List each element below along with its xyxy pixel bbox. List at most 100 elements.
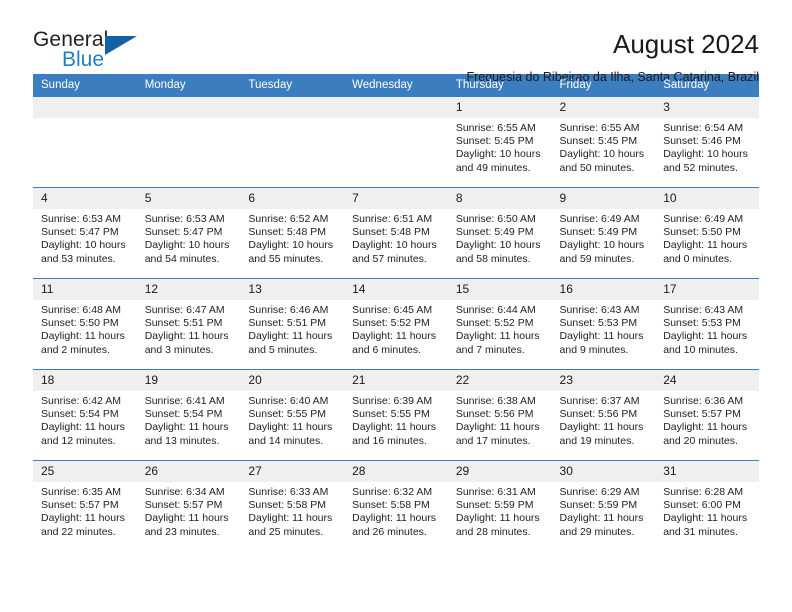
calendar-day-cell[interactable]: 1 Sunrise: 6:55 AM Sunset: 5:45 PM Daylight… [447, 96, 552, 188]
calendar-day-cell[interactable]: 14 Sunrise: 6:45 AM Sunset: 5:52 PM Dayligh… [344, 278, 448, 370]
daylight-duration-line1: Daylight: 11 hours [559, 421, 644, 434]
calendar-day-cell-empty [136, 96, 241, 188]
day-details: Sunrise: 6:46 AM Sunset: 5:51 PM Daylight:… [240, 300, 344, 357]
calendar-day-cell[interactable]: 19 Sunrise: 6:41 AM Sunset: 5:54 PM Dayligh… [136, 369, 241, 461]
calendar-day-cell[interactable]: 18 Sunrise: 6:42 AM Sunset: 5:54 PM Dayligh… [33, 369, 137, 461]
calendar-day-cell[interactable]: 20 Sunrise: 6:40 AM Sunset: 5:55 PM Dayligh… [240, 369, 345, 461]
day-number: 20 [240, 370, 345, 391]
calendar-week-row: 4 Sunrise: 6:53 AM Sunset: 5:47 PM Daylight… [33, 187, 759, 279]
calendar-day-cell[interactable]: 17 Sunrise: 6:43 AM Sunset: 5:53 PM Dayligh… [655, 278, 759, 370]
daylight-duration-line2: and 10 minutes. [663, 343, 738, 356]
daylight-duration-line2: and 17 minutes. [455, 434, 531, 447]
day-details: Sunrise: 6:33 AM Sunset: 5:58 PM Daylight:… [240, 482, 344, 539]
day-number: 25 [33, 461, 137, 482]
day-number [33, 97, 137, 118]
sunset-time: Sunset: 6:00 PM [663, 499, 741, 512]
sunset-time: Sunset: 5:57 PM [144, 499, 223, 512]
sunrise-time: Sunrise: 6:51 AM [352, 213, 433, 225]
calendar-day-cell[interactable]: 4 Sunrise: 6:53 AM Sunset: 5:47 PM Daylight… [33, 187, 137, 279]
sunset-time: Sunset: 5:51 PM [144, 317, 223, 330]
daylight-duration-line1: Daylight: 10 hours [41, 239, 126, 252]
daylight-duration-line1: Daylight: 11 hours [352, 421, 436, 434]
calendar-day-cell[interactable]: 25 Sunrise: 6:35 AM Sunset: 5:57 PM Dayligh… [33, 460, 137, 551]
calendar-day-cell-empty [33, 96, 137, 188]
general-blue-logo[interactable]: General Blue [33, 28, 153, 74]
calendar-day-cell[interactable]: 24 Sunrise: 6:36 AM Sunset: 5:57 PM Dayligh… [655, 369, 759, 461]
sunset-time: Sunset: 5:55 PM [352, 408, 430, 421]
triangle-icon [105, 36, 137, 55]
day-number: 10 [655, 188, 759, 209]
sunset-time: Sunset: 5:56 PM [559, 408, 638, 421]
sunset-time: Sunset: 5:57 PM [663, 408, 741, 421]
calendar-day-cell[interactable]: 15 Sunrise: 6:44 AM Sunset: 5:52 PM Dayligh… [447, 278, 552, 370]
sunset-time: Sunset: 5:59 PM [559, 499, 638, 512]
daylight-duration-line2: and 2 minutes. [41, 343, 110, 356]
calendar-day-cell[interactable]: 12 Sunrise: 6:47 AM Sunset: 5:51 PM Dayligh… [136, 278, 241, 370]
daylight-duration-line2: and 49 minutes. [455, 161, 531, 174]
sunrise-time: Sunrise: 6:28 AM [663, 486, 744, 498]
daylight-duration-line1: Daylight: 11 hours [41, 512, 125, 525]
daylight-duration-line2: and 13 minutes. [144, 434, 220, 447]
daylight-duration-line1: Daylight: 11 hours [41, 421, 125, 434]
calendar-day-cell[interactable]: 13 Sunrise: 6:46 AM Sunset: 5:51 PM Dayligh… [240, 278, 345, 370]
day-number [344, 97, 448, 118]
calendar-day-cell[interactable]: 11 Sunrise: 6:48 AM Sunset: 5:50 PM Dayligh… [33, 278, 137, 370]
calendar-day-cell[interactable]: 26 Sunrise: 6:34 AM Sunset: 5:57 PM Dayligh… [136, 460, 241, 551]
calendar-day-cell[interactable]: 16 Sunrise: 6:43 AM Sunset: 5:53 PM Dayligh… [551, 278, 656, 370]
calendar-day-cell[interactable]: 5 Sunrise: 6:53 AM Sunset: 5:47 PM Daylight… [136, 187, 241, 279]
day-details: Sunrise: 6:50 AM Sunset: 5:49 PM Daylight:… [448, 209, 552, 266]
day-number: 13 [240, 279, 345, 300]
daylight-duration-line1: Daylight: 11 hours [455, 330, 540, 343]
calendar-day-cell[interactable]: 3 Sunrise: 6:54 AM Sunset: 5:46 PM Daylight… [655, 96, 759, 188]
daylight-duration-line1: Daylight: 11 hours [144, 512, 229, 525]
calendar-day-cell[interactable]: 23 Sunrise: 6:37 AM Sunset: 5:56 PM Dayligh… [551, 369, 656, 461]
day-details: Sunrise: 6:40 AM Sunset: 5:55 PM Daylight:… [240, 391, 344, 448]
day-number: 24 [655, 370, 759, 391]
daylight-duration-line2: and 53 minutes. [41, 252, 116, 265]
calendar-day-cell[interactable]: 8 Sunrise: 6:50 AM Sunset: 5:49 PM Daylight… [447, 187, 552, 279]
daylight-duration-line2: and 31 minutes. [663, 525, 738, 538]
calendar-day-cell[interactable]: 2 Sunrise: 6:55 AM Sunset: 5:45 PM Daylight… [551, 96, 656, 188]
sunset-time: Sunset: 5:49 PM [559, 226, 638, 239]
daylight-duration-line2: and 57 minutes. [352, 252, 427, 265]
day-number [136, 97, 241, 118]
daylight-duration-line2: and 16 minutes. [352, 434, 427, 447]
daylight-duration-line1: Daylight: 11 hours [663, 330, 748, 343]
sunrise-time: Sunrise: 6:55 AM [455, 122, 536, 134]
daylight-duration-line2: and 20 minutes. [663, 434, 738, 447]
sunset-time: Sunset: 5:46 PM [663, 135, 741, 148]
sunset-time: Sunset: 5:54 PM [144, 408, 223, 421]
daylight-duration-line1: Daylight: 11 hours [663, 512, 748, 525]
sunrise-time: Sunrise: 6:50 AM [455, 213, 536, 225]
sunset-time: Sunset: 5:55 PM [248, 408, 327, 421]
calendar-day-cell[interactable]: 9 Sunrise: 6:49 AM Sunset: 5:49 PM Daylight… [551, 187, 656, 279]
calendar-day-cell[interactable]: 27 Sunrise: 6:33 AM Sunset: 5:58 PM Dayligh… [240, 460, 345, 551]
day-details: Sunrise: 6:49 AM Sunset: 5:50 PM Daylight:… [655, 209, 759, 266]
title-block: August 2024 Freguesia do Ribeirao da Ilh… [466, 28, 759, 85]
sunrise-time: Sunrise: 6:37 AM [559, 395, 640, 407]
calendar-day-cell[interactable]: 21 Sunrise: 6:39 AM Sunset: 5:55 PM Dayligh… [344, 369, 448, 461]
daylight-duration-line2: and 28 minutes. [455, 525, 531, 538]
calendar-day-cell[interactable]: 10 Sunrise: 6:49 AM Sunset: 5:50 PM Dayligh… [655, 187, 759, 279]
daylight-duration-line2: and 50 minutes. [559, 161, 635, 174]
calendar-day-cell[interactable]: 28 Sunrise: 6:32 AM Sunset: 5:58 PM Dayligh… [344, 460, 448, 551]
calendar-page: General Blue August 2024 Freguesia do Ri… [0, 0, 792, 612]
day-details: Sunrise: 6:35 AM Sunset: 5:57 PM Daylight:… [33, 482, 137, 539]
sunset-time: Sunset: 5:58 PM [352, 499, 430, 512]
calendar-day-cell[interactable]: 6 Sunrise: 6:52 AM Sunset: 5:48 PM Daylight… [240, 187, 345, 279]
daylight-duration-line1: Daylight: 10 hours [455, 148, 541, 161]
calendar-week-row: 25 Sunrise: 6:35 AM Sunset: 5:57 PM Dayligh… [33, 460, 759, 551]
weekday-header-sunday: Sunday [33, 74, 137, 97]
sunset-time: Sunset: 5:45 PM [455, 135, 534, 148]
daylight-duration-line1: Daylight: 11 hours [455, 421, 540, 434]
calendar-day-cell[interactable]: 22 Sunrise: 6:38 AM Sunset: 5:56 PM Dayligh… [447, 369, 552, 461]
calendar-day-cell[interactable]: 30 Sunrise: 6:29 AM Sunset: 5:59 PM Dayligh… [551, 460, 656, 551]
daylight-duration-line2: and 3 minutes. [144, 343, 214, 356]
daylight-duration-line1: Daylight: 11 hours [455, 512, 540, 525]
calendar-day-cell[interactable]: 31 Sunrise: 6:28 AM Sunset: 6:00 PM Dayligh… [655, 460, 759, 551]
calendar-day-cell[interactable]: 7 Sunrise: 6:51 AM Sunset: 5:48 PM Daylight… [344, 187, 448, 279]
day-details: Sunrise: 6:29 AM Sunset: 5:59 PM Daylight:… [552, 482, 656, 539]
calendar-day-cell[interactable]: 29 Sunrise: 6:31 AM Sunset: 5:59 PM Dayligh… [447, 460, 552, 551]
day-details: Sunrise: 6:39 AM Sunset: 5:55 PM Daylight:… [344, 391, 448, 448]
day-details: Sunrise: 6:31 AM Sunset: 5:59 PM Daylight:… [448, 482, 552, 539]
